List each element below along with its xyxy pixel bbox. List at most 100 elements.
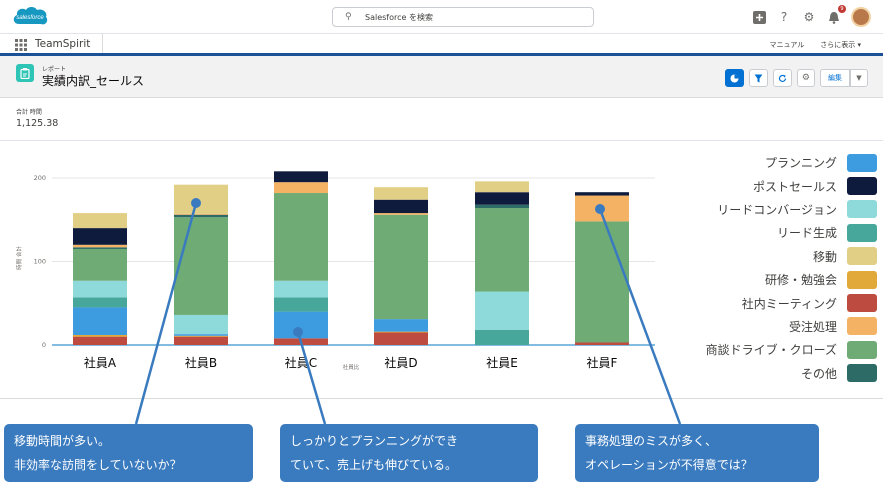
x-axis-label: 社員比 <box>343 363 360 371</box>
legend-item[interactable]: リードコンバージョン <box>665 198 877 221</box>
app-launcher-icon[interactable] <box>15 39 27 51</box>
callout-operations: 事務処理のミスが多く、 オペレーションが不得意では？ <box>575 424 819 482</box>
bar-segment <box>174 214 228 218</box>
bar-segment <box>475 208 529 292</box>
salesforce-logo[interactable]: salesforce <box>11 4 49 30</box>
bar-segment <box>73 297 127 308</box>
legend-swatch <box>847 317 877 336</box>
search-placeholder: Salesforce を検索 <box>365 12 433 22</box>
legend-item[interactable]: 研修・勉強会 <box>665 268 877 291</box>
settings-button[interactable]: ⚙ <box>796 69 815 87</box>
bar-segment <box>575 192 629 196</box>
bar-segment <box>575 195 629 222</box>
legend-swatch <box>847 294 877 313</box>
bar-segment <box>374 332 428 345</box>
bar-segment <box>475 291 529 330</box>
bar-segment <box>374 214 428 320</box>
nav-right-links: マニュアル さらに表示 ▾ <box>769 40 861 50</box>
chevron-down-icon: ▼ <box>856 74 862 82</box>
legend-item[interactable]: 受注処理 <box>665 315 877 338</box>
add-icon[interactable] <box>751 9 767 25</box>
gear-icon[interactable]: ⚙ <box>801 9 817 25</box>
total-hours-value: 1,125.38 <box>16 118 59 129</box>
legend-item[interactable]: ポストセールス <box>665 174 877 197</box>
user-avatar[interactable] <box>851 7 871 27</box>
bar-segment <box>73 307 127 335</box>
manual-link[interactable]: マニュアル <box>769 40 804 50</box>
legend-label: 移動 <box>812 249 837 264</box>
bar-segment <box>274 280 328 298</box>
salesforce-report-screen: salesforce ⚲ Salesforce を検索 ? ⚙ 9 TeamSp… <box>0 0 883 487</box>
bar-segment <box>174 335 228 337</box>
bar-segment <box>475 329 529 345</box>
bar-segment <box>174 336 228 345</box>
bar-segment <box>475 204 529 209</box>
bar-segment <box>174 213 228 215</box>
callout-planning: しっかりとプランニングができ ていて、売上げも伸びている。 <box>280 424 538 482</box>
legend-swatch <box>847 247 877 266</box>
bar-segment <box>575 221 629 343</box>
x-tick-label: 社員D <box>384 355 417 370</box>
bar-segment <box>475 181 529 193</box>
legend-label: 研修・勉強会 <box>764 273 837 288</box>
legend-swatch <box>847 153 877 172</box>
bar-segment <box>174 334 228 336</box>
bar-segment <box>73 244 127 248</box>
legend-item[interactable]: プランニング <box>665 151 877 174</box>
app-name: TeamSpirit <box>35 38 91 50</box>
legend-label: 社内ミーティング <box>741 296 837 311</box>
legend-swatch <box>847 177 877 196</box>
y-axis-label: 時間 合計 <box>15 246 23 270</box>
callout-text: しっかりとプランニングができ <box>290 434 459 448</box>
edit-button[interactable]: 編集 <box>820 69 850 87</box>
global-header: salesforce ⚲ Salesforce を検索 ? ⚙ 9 <box>0 0 883 34</box>
edit-dropdown-button[interactable]: ▼ <box>850 69 868 87</box>
notification-bell-icon[interactable]: 9 <box>826 5 846 25</box>
callout-travel-time: 移動時間が多い。 非効率な訪問をしていないか？ <box>4 424 253 482</box>
chart-divider <box>0 140 883 141</box>
chart-toggle-button[interactable] <box>724 69 744 87</box>
callout-text: オペレーションが不得意では？ <box>585 458 753 472</box>
gear-icon: ⚙ <box>801 73 810 83</box>
callout-text: ていて、売上げも伸びている。 <box>290 458 458 472</box>
bar-segment <box>274 297 328 312</box>
notification-badge: 9 <box>838 5 846 13</box>
x-tick-label: 社員B <box>185 355 217 370</box>
bar-segment <box>73 247 127 249</box>
x-tick-label: 社員C <box>285 355 317 370</box>
legend-swatch <box>847 364 877 383</box>
help-icon[interactable]: ? <box>776 9 792 25</box>
pie-chart-icon <box>730 74 739 82</box>
bar-segment <box>274 171 328 183</box>
chart-legend: プランニング ポストセールス リードコンバージョンリード生成移動研修・勉強会社内ミー… <box>665 151 877 385</box>
filter-icon <box>754 74 763 82</box>
header-utility-icons: ? ⚙ 9 <box>751 5 871 27</box>
more-menu[interactable]: さらに表示 ▾ <box>820 40 861 50</box>
legend-item[interactable]: リード生成 <box>665 221 877 244</box>
bar-segment <box>274 311 328 339</box>
chart-bottom-border <box>0 398 883 399</box>
x-tick-label: 社員F <box>587 355 618 370</box>
bar-segment <box>475 192 529 205</box>
bar-segment <box>575 342 629 345</box>
callout-text: 事務処理のミスが多く、 <box>585 434 718 448</box>
x-tick-label: 社員A <box>84 355 117 370</box>
legend-swatch <box>847 340 877 359</box>
legend-item[interactable]: 移動 <box>665 245 877 268</box>
bar-segment <box>73 280 127 298</box>
bar-segment <box>374 213 428 215</box>
nav-divider <box>102 34 103 53</box>
global-search-input[interactable]: ⚲ Salesforce を検索 <box>332 7 594 27</box>
report-header: レポート 実績内訳_セールス ⚙ 編集 ▼ <box>0 56 883 98</box>
legend-item[interactable]: 社内ミーティング <box>665 291 877 314</box>
legend-item[interactable]: 商談ドライブ・クローズ <box>665 338 877 361</box>
legend-swatch <box>847 270 877 289</box>
report-icon <box>16 64 34 82</box>
legend-item[interactable]: その他 <box>665 362 877 385</box>
bar-segment <box>274 182 328 194</box>
bar-segment <box>374 187 428 200</box>
filter-button[interactable] <box>748 69 768 87</box>
search-icon: ⚲ <box>345 12 352 22</box>
refresh-button[interactable] <box>772 69 792 87</box>
legend-label: リード生成 <box>776 226 837 241</box>
